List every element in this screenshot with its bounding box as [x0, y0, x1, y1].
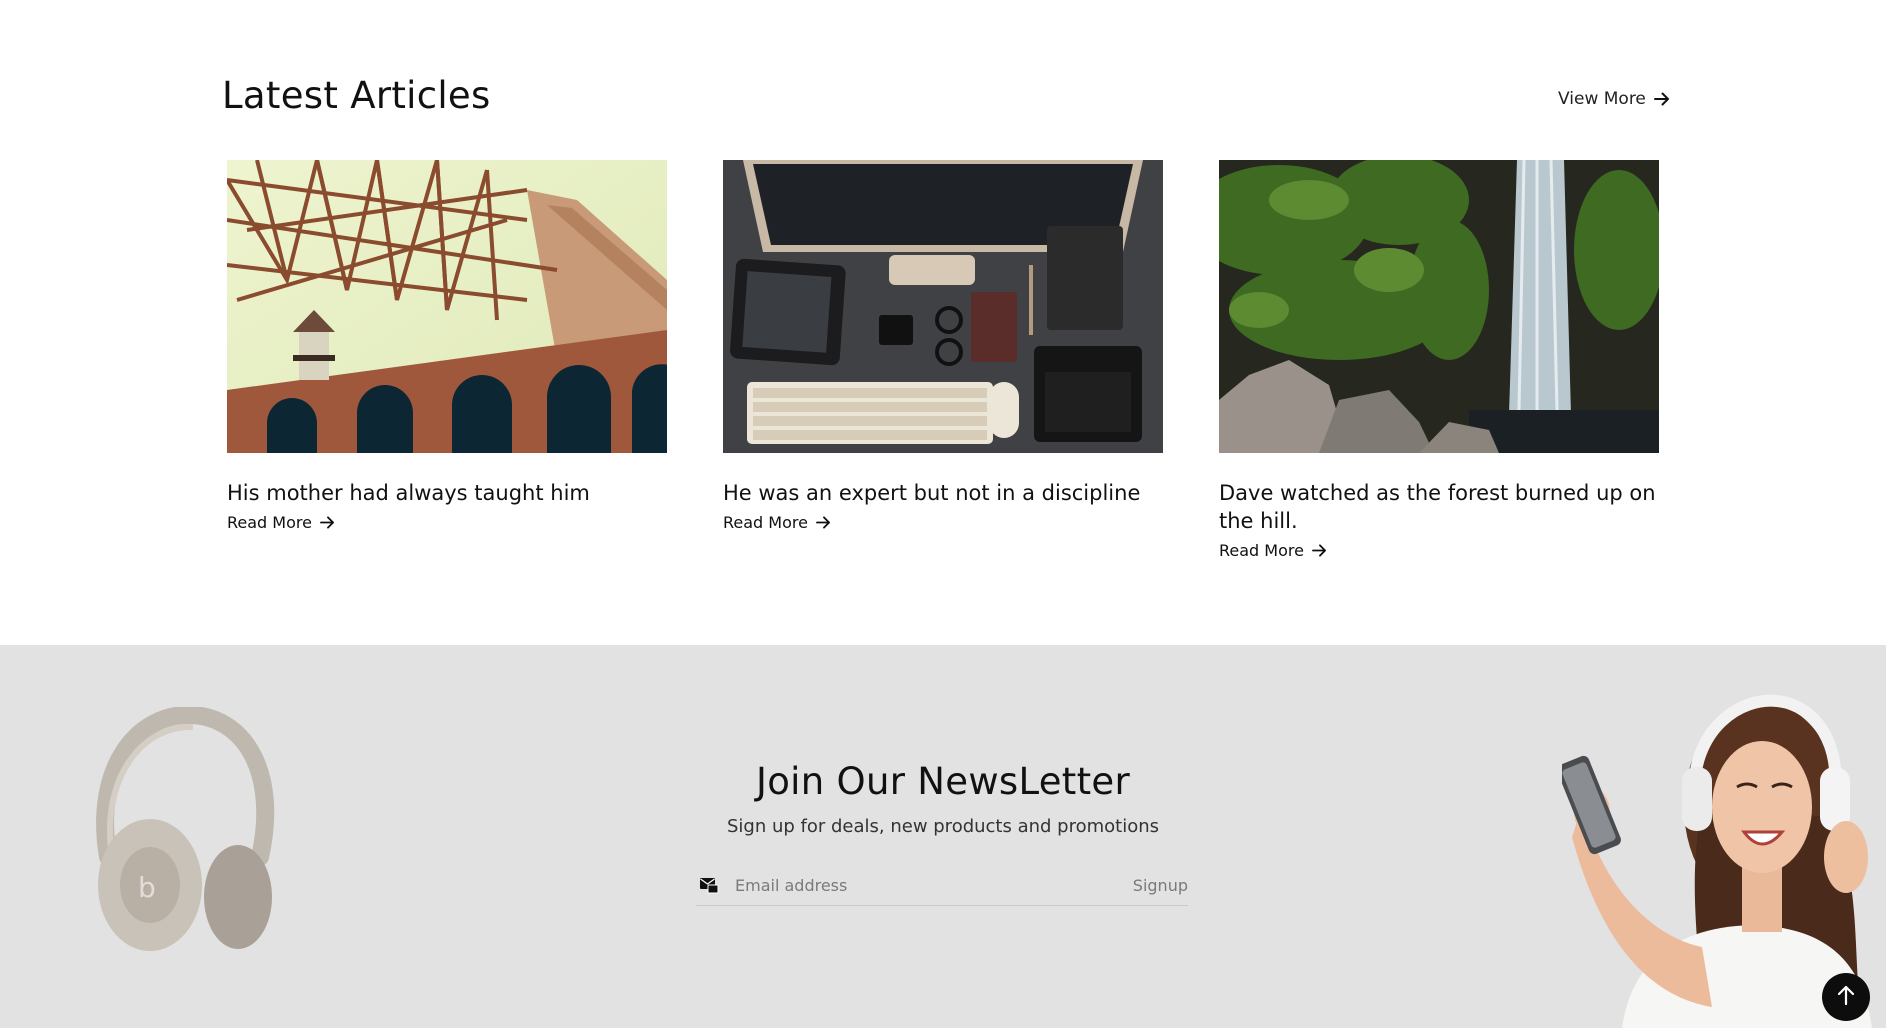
read-more-link[interactable]: Read More — [1219, 541, 1659, 560]
mail-icon — [699, 876, 719, 894]
arrow-right-icon — [1653, 92, 1670, 106]
read-more-label: Read More — [1219, 541, 1304, 560]
article-title[interactable]: His mother had always taught him — [227, 479, 667, 507]
article-card: Dave watched as the forest burned up on … — [1219, 160, 1659, 560]
article-image-waterfall[interactable] — [1219, 160, 1659, 453]
scroll-to-top-button[interactable] — [1822, 973, 1870, 1021]
newsletter-form: Signup — [696, 865, 1188, 906]
newsletter-section: b Join Our NewsLetter Sign up for deals,… — [0, 645, 1886, 1028]
section-title: Latest Articles — [222, 74, 491, 117]
arrow-right-icon — [320, 516, 335, 529]
article-card: His mother had always taught him Read Mo… — [227, 160, 667, 532]
view-more-label: View More — [1558, 89, 1646, 109]
svg-text:b: b — [138, 871, 156, 904]
email-input[interactable] — [733, 874, 1133, 896]
article-card: He was an expert but not in a discipline… — [723, 160, 1163, 532]
arrow-up-icon — [1836, 984, 1856, 1010]
article-title[interactable]: Dave watched as the forest burned up on … — [1219, 479, 1659, 535]
read-more-link[interactable]: Read More — [723, 513, 1163, 532]
read-more-link[interactable]: Read More — [227, 513, 667, 532]
article-image-bridge[interactable] — [227, 160, 667, 453]
latest-articles-section: Latest Articles View More His mother had… — [0, 0, 1886, 645]
signup-button[interactable]: Signup — [1133, 876, 1188, 895]
arrow-right-icon — [816, 516, 831, 529]
read-more-label: Read More — [723, 513, 808, 532]
view-more-link[interactable]: View More — [1558, 89, 1670, 109]
article-title[interactable]: He was an expert but not in a discipline — [723, 479, 1163, 507]
read-more-label: Read More — [227, 513, 312, 532]
arrow-right-icon — [1312, 544, 1327, 557]
article-image-desk[interactable] — [723, 160, 1163, 453]
